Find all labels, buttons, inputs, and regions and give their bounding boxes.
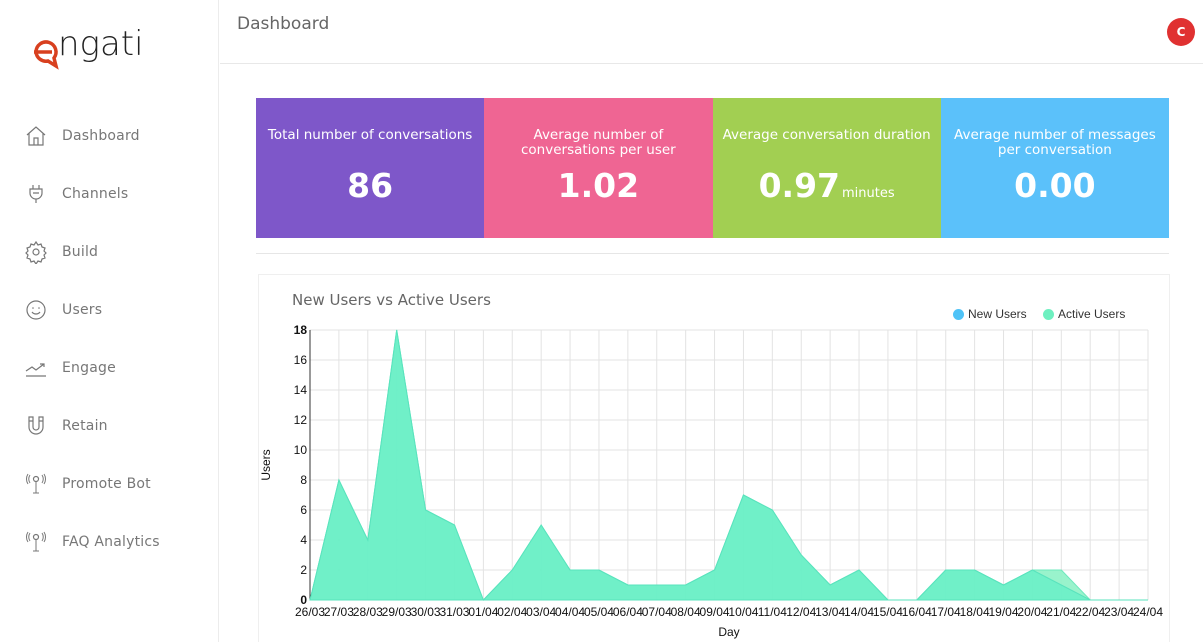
x-tick-label: 04/04: [555, 605, 585, 619]
x-tick-label: 08/04: [671, 605, 701, 619]
x-tick-label: 10/04: [728, 605, 758, 619]
x-tick-label: 21/04: [1046, 605, 1076, 619]
x-tick-label: 12/04: [786, 605, 816, 619]
x-tick-label: 07/04: [642, 605, 672, 619]
x-tick-label: 23/04: [1104, 605, 1134, 619]
y-tick-label: 16: [294, 353, 308, 367]
x-tick-label: 03/04: [526, 605, 556, 619]
y-tick-label: 14: [294, 383, 308, 397]
x-tick-label: 31/03: [439, 605, 469, 619]
x-tick-label: 30/03: [411, 605, 441, 619]
x-tick-label: 20/04: [1017, 605, 1047, 619]
y-tick-label: 10: [294, 443, 308, 457]
x-tick-label: 16/04: [902, 605, 932, 619]
x-tick-label: 27/03: [324, 605, 354, 619]
y-axis-label: Users: [259, 449, 273, 480]
x-tick-label: 06/04: [613, 605, 643, 619]
x-tick-label: 17/04: [931, 605, 961, 619]
x-tick-label: 11/04: [758, 605, 787, 619]
x-tick-label: 26/03: [295, 605, 325, 619]
x-tick-label: 29/03: [382, 605, 412, 619]
y-tick-label: 4: [300, 533, 307, 547]
y-tick-label: 6: [300, 503, 307, 517]
y-tick-label: 12: [294, 413, 308, 427]
x-tick-label: 14/04: [844, 605, 874, 619]
x-tick-label: 05/04: [584, 605, 614, 619]
y-tick-label: 2: [300, 563, 307, 577]
x-tick-label: 01/04: [468, 605, 498, 619]
area-new-users: [309, 329, 1148, 601]
x-tick-label: 22/04: [1075, 605, 1105, 619]
x-tick-label: 24/04: [1133, 605, 1163, 619]
x-axis-label: Day: [718, 625, 739, 639]
x-tick-label: 02/04: [497, 605, 527, 619]
x-tick-label: 15/04: [873, 605, 903, 619]
area-chart: 02468101214161826/0327/0328/0329/0330/03…: [259, 323, 1163, 639]
x-tick-label: 18/04: [960, 605, 990, 619]
x-tick-label: 13/04: [815, 605, 845, 619]
y-tick-label: 8: [300, 473, 307, 487]
y-tick-label: 18: [294, 323, 308, 337]
x-tick-label: 19/04: [989, 605, 1019, 619]
x-tick-label: 28/03: [353, 605, 383, 619]
x-tick-label: 09/04: [700, 605, 730, 619]
